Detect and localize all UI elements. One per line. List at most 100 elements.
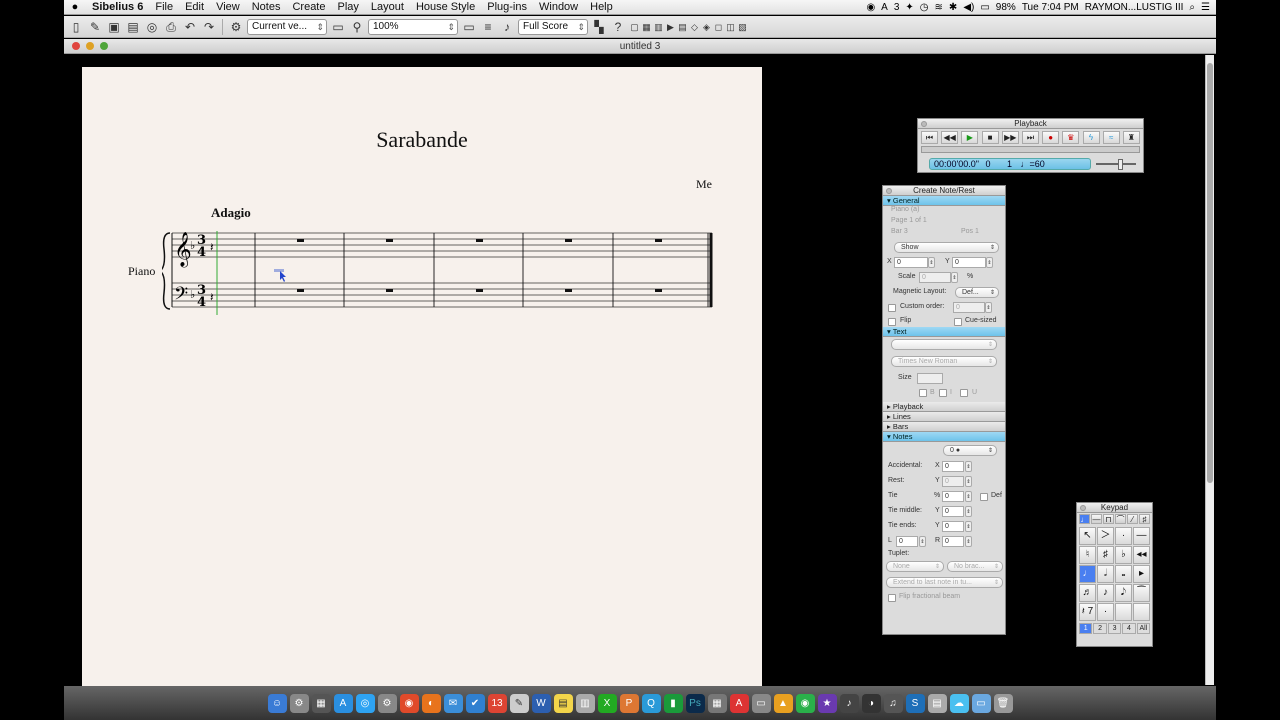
- search-icon[interactable]: ⌕: [1189, 2, 1195, 13]
- cue-sized-checkbox[interactable]: [954, 318, 962, 326]
- properties-icon[interactable]: ▤: [677, 19, 688, 35]
- volume-icon[interactable]: ◀): [963, 2, 974, 13]
- go-to-end-icon[interactable]: ⏭: [1021, 131, 1039, 144]
- logic-icon[interactable]: ◑: [861, 693, 881, 713]
- menu-file[interactable]: File: [149, 1, 179, 13]
- tie-default-checkbox[interactable]: [980, 493, 988, 501]
- menu-view[interactable]: View: [210, 1, 246, 13]
- live-playback-icon[interactable]: ♛: [1062, 131, 1080, 144]
- y-offset-field[interactable]: 0: [952, 257, 986, 268]
- keypad-key[interactable]: ♮: [1079, 546, 1096, 564]
- video-icon[interactable]: ◈: [701, 19, 712, 35]
- mission-control-icon[interactable]: ▦: [311, 693, 331, 713]
- folder-icon[interactable]: ▭: [330, 19, 346, 35]
- voice-2-button[interactable]: 2: [1093, 623, 1107, 634]
- bold-checkbox[interactable]: [919, 389, 927, 397]
- keypad-key[interactable]: 𝅝: [1115, 565, 1132, 583]
- tie-middle-stepper[interactable]: ⇕: [965, 506, 972, 517]
- clock[interactable]: Tue 7:04 PM: [1022, 2, 1079, 13]
- text-style-select[interactable]: [891, 339, 997, 350]
- vertical-scrollbar[interactable]: [1205, 55, 1214, 685]
- accidentals-tab[interactable]: ♯: [1139, 514, 1150, 524]
- espressivo-icon[interactable]: ϟ: [1082, 131, 1100, 144]
- textedit-icon[interactable]: ✎: [509, 693, 529, 713]
- undo-icon[interactable]: ↶: [182, 19, 198, 35]
- word-icon[interactable]: W: [531, 693, 551, 713]
- help-icon[interactable]: ?: [610, 19, 626, 35]
- tie-right-field[interactable]: 0: [942, 536, 964, 547]
- mixer-icon[interactable]: ▥: [653, 19, 664, 35]
- treble-staff[interactable]: [172, 232, 712, 258]
- numbers-icon[interactable]: ▮: [663, 693, 683, 713]
- size-field[interactable]: [917, 373, 943, 384]
- finder-icon[interactable]: ☺: [267, 693, 287, 713]
- version-select[interactable]: Current ve...: [247, 18, 327, 35]
- section-bars[interactable]: ▸ Bars: [883, 422, 1005, 432]
- keypad-key[interactable]: ↖: [1079, 527, 1096, 545]
- extend-tuplet-select[interactable]: Extend to last note in tu...: [886, 577, 1003, 588]
- rest-stepper[interactable]: ⇕: [965, 476, 972, 487]
- calculator-icon[interactable]: ▦: [707, 693, 727, 713]
- zoom-icon[interactable]: ⚲: [349, 19, 365, 35]
- magnetic-layout-select[interactable]: Def...: [955, 287, 999, 298]
- voice-all-button[interactable]: All: [1136, 623, 1151, 634]
- powerpoint-icon[interactable]: P: [619, 693, 639, 713]
- firefox-icon[interactable]: ◐: [421, 693, 441, 713]
- menu-play[interactable]: Play: [332, 1, 365, 13]
- custom-order-stepper[interactable]: ⇕: [985, 302, 992, 313]
- toggle-icon[interactable]: ≡: [480, 19, 496, 35]
- scroll-thumb[interactable]: [1207, 63, 1213, 483]
- composer-text[interactable]: Me: [696, 177, 712, 192]
- keypad-key[interactable]: [1115, 603, 1132, 621]
- notehead-select[interactable]: 0 ●: [943, 445, 997, 456]
- tie-right-stepper[interactable]: ⇕: [965, 536, 972, 547]
- spotify-icon[interactable]: ◉: [795, 693, 815, 713]
- menu-plugins[interactable]: Plug-ins: [481, 1, 533, 13]
- panorama-icon[interactable]: ▭: [461, 19, 477, 35]
- playback-icon[interactable]: ▶: [665, 19, 676, 35]
- preview-icon[interactable]: ▥: [575, 693, 595, 713]
- voice-4-button[interactable]: 4: [1122, 623, 1136, 634]
- ideas-icon[interactable]: ◇: [689, 19, 700, 35]
- keypad-icon[interactable]: ▦: [641, 19, 652, 35]
- app-store-icon[interactable]: A: [333, 693, 353, 713]
- menu-app[interactable]: Sibelius 6: [86, 1, 149, 13]
- rewind-icon[interactable]: ◀◀: [941, 131, 959, 144]
- score-title[interactable]: Sarabande: [82, 127, 762, 153]
- keypad-key[interactable]: ♪: [1097, 584, 1114, 602]
- keypad-key[interactable]: —: [1133, 527, 1150, 545]
- panel-close-button[interactable]: [886, 188, 892, 194]
- bass-staff[interactable]: [172, 282, 712, 308]
- trash-icon[interactable]: 🗑: [993, 693, 1013, 713]
- adobe-icon[interactable]: A: [881, 2, 888, 13]
- tempo-slider[interactable]: [1096, 159, 1136, 170]
- x-stepper[interactable]: ⇕: [928, 257, 935, 268]
- chrome-icon[interactable]: ◉: [399, 693, 419, 713]
- focus-icon[interactable]: ♪: [499, 19, 515, 35]
- instrument-name[interactable]: Piano: [128, 264, 155, 279]
- more-notes-tab[interactable]: —: [1091, 514, 1102, 524]
- section-text[interactable]: ▾ Text: [883, 327, 1005, 337]
- articulations-tab[interactable]: ⌒: [1115, 514, 1126, 524]
- keypad-title-bar[interactable]: Keypad: [1077, 503, 1152, 513]
- playback-title-bar[interactable]: Playback: [918, 119, 1143, 129]
- finder-window-icon[interactable]: ▤: [927, 693, 947, 713]
- jazz-tab[interactable]: ⁄: [1127, 514, 1138, 524]
- save-all-icon[interactable]: ▤: [125, 19, 141, 35]
- y-stepper[interactable]: ⇕: [986, 257, 993, 268]
- utility-icon[interactable]: ▭: [751, 693, 771, 713]
- minimize-button[interactable]: [86, 42, 94, 50]
- quicktime-icon[interactable]: Q: [641, 693, 661, 713]
- keypad-key[interactable]: ♬: [1079, 584, 1096, 602]
- menu-layout[interactable]: Layout: [365, 1, 410, 13]
- tie-field[interactable]: 0: [942, 491, 964, 502]
- compare-icon[interactable]: ◫: [725, 19, 736, 35]
- view-select[interactable]: Full Score: [518, 18, 588, 35]
- worksheet-icon[interactable]: ▧: [737, 19, 748, 35]
- common-notes-tab[interactable]: ♩: [1079, 514, 1090, 524]
- grand-staff[interactable]: 𝄞 𝄢 ♭ ♭ 3 4 3 4 𝄽 𝄽: [162, 227, 722, 317]
- rest-y-field[interactable]: 0: [942, 476, 964, 487]
- dropbox-icon[interactable]: ✦: [905, 2, 913, 13]
- underline-checkbox[interactable]: [960, 389, 968, 397]
- transform-icon[interactable]: ◻: [713, 19, 724, 35]
